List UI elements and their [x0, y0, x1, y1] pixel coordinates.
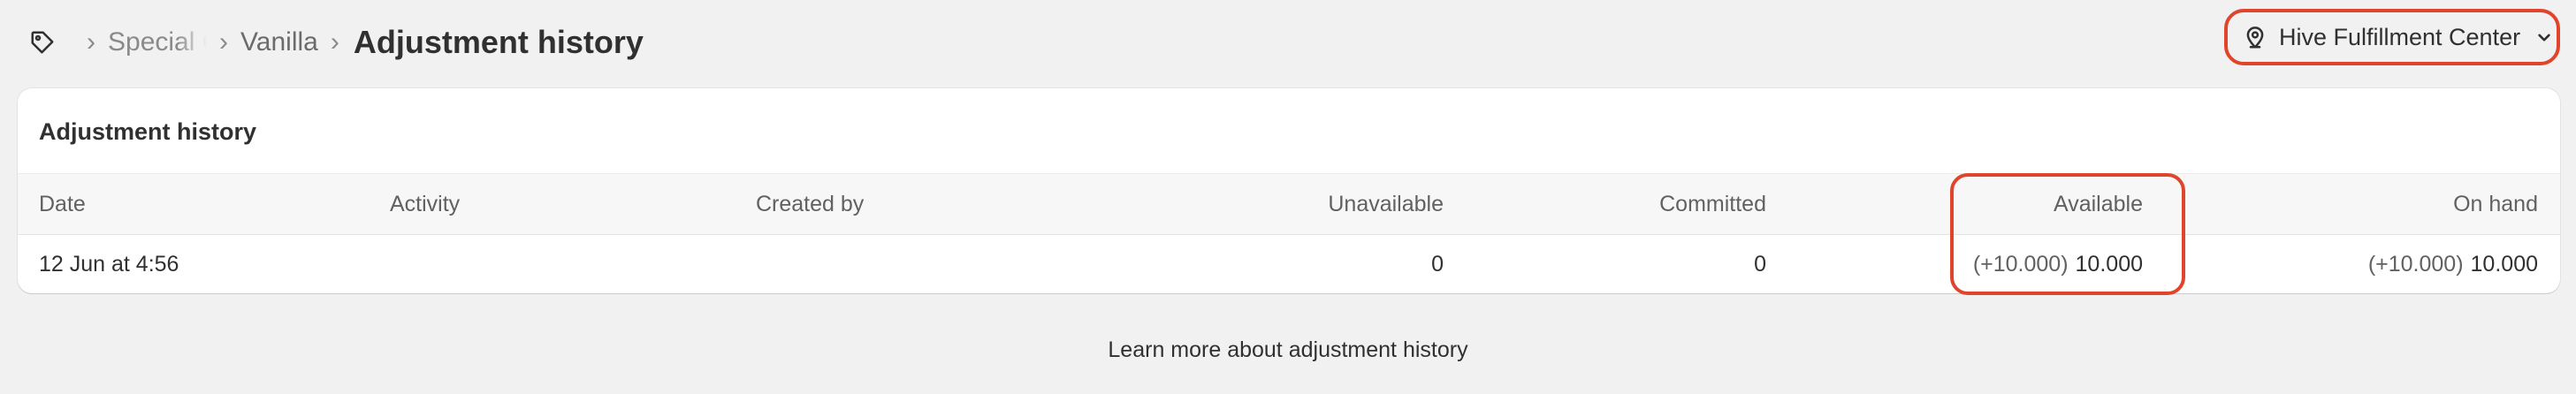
table-header: Date Activity Created by Unavailable Com…	[18, 173, 2560, 235]
breadcrumb: › Special C › Vanilla › Adjustment histo…	[27, 18, 644, 67]
column-header-created-by: Created by	[756, 191, 865, 216]
available-value: 10.000	[2075, 251, 2143, 277]
learn-more-link[interactable]: Learn more about adjustment history	[0, 337, 2576, 363]
column-header-committed: Committed	[1659, 191, 1766, 216]
cell-available: (+10.000) 10.000	[1786, 235, 2143, 293]
location-label: Hive Fulfillment Center	[2279, 23, 2521, 50]
cell-date: 12 Jun at 4:56	[39, 251, 179, 277]
page-title: Adjustment history	[353, 24, 644, 60]
cell-on-hand: (+10.000) 10.000	[2175, 235, 2538, 293]
on-hand-delta: (+10.000)	[2367, 251, 2464, 277]
column-header-available: Available	[2053, 191, 2143, 216]
column-header-on-hand: On hand	[2453, 191, 2538, 216]
cell-committed: 0	[1754, 251, 1766, 277]
breadcrumb-separator: ›	[219, 27, 228, 57]
breadcrumb-separator: ›	[87, 27, 95, 57]
table-row: 12 Jun at 4:56 0 0 (+10.000) 10.000 (+10…	[18, 235, 2560, 293]
column-header-unavailable: Unavailable	[1328, 191, 1444, 216]
column-header-date: Date	[39, 191, 86, 216]
on-hand-value: 10.000	[2470, 251, 2538, 277]
tag-icon[interactable]	[27, 27, 58, 58]
location-selector-button[interactable]: Hive Fulfillment Center	[2224, 9, 2560, 65]
breadcrumb-item-product[interactable]: Vanilla	[240, 27, 318, 57]
adjustment-history-card: Adjustment history Date Activity Created…	[18, 88, 2560, 295]
breadcrumb-item-collection[interactable]: Special C	[108, 27, 207, 57]
breadcrumb-separator: ›	[330, 27, 339, 57]
chevron-down-icon	[2533, 26, 2556, 49]
cell-unavailable: 0	[1431, 251, 1444, 277]
card-title: Adjustment history	[39, 118, 257, 145]
column-header-activity: Activity	[390, 191, 461, 216]
available-delta: (+10.000)	[1972, 251, 2069, 277]
location-pin-icon	[2242, 24, 2268, 50]
top-bar: › Special C › Vanilla › Adjustment histo…	[0, 0, 2576, 85]
